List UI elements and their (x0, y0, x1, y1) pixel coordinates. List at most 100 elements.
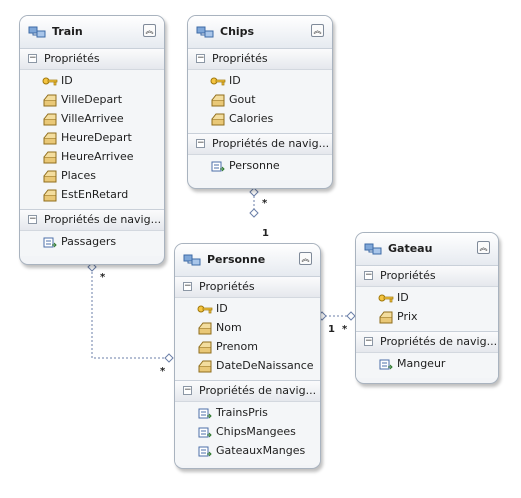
multiplicity-personne-gateau-end: 1 (328, 324, 335, 335)
collapse-toggle-icon[interactable]: − (196, 139, 205, 148)
collapse-chevron-icon[interactable]: ︽ (311, 24, 324, 37)
navigation-row[interactable]: Passagers (20, 233, 164, 252)
entity-title: Personne (207, 253, 266, 266)
collapse-chevron-icon[interactable]: ︽ (299, 252, 312, 265)
entity-chips[interactable]: Chips ︽ − Propriétés ID Gout Calories − … (187, 15, 333, 189)
collapse-chevron-icon[interactable]: ︽ (477, 241, 490, 254)
navigation-label: Passagers (61, 235, 117, 248)
property-icon (198, 360, 212, 373)
navigation-property-icon (198, 427, 212, 438)
navigation-row[interactable]: GateauxManges (175, 442, 320, 461)
entity-train[interactable]: Train ︽ − Propriétés ID VilleDepart Vill… (19, 15, 165, 265)
property-row[interactable]: HeureArrivee (20, 148, 164, 167)
collapse-toggle-icon[interactable]: − (364, 337, 373, 346)
property-row[interactable]: Nom (175, 319, 320, 338)
properties-list: ID Nom Prenom DateDeNaissance (175, 298, 320, 380)
navigation-property-icon (198, 408, 212, 419)
entity-title: Chips (220, 25, 255, 38)
properties-list: ID Gout Calories (188, 70, 332, 133)
association-personne-top-end-marker (249, 208, 259, 218)
key-property-icon (197, 305, 213, 314)
property-row[interactable]: EstEnRetard (20, 186, 164, 205)
key-property-icon (378, 294, 394, 303)
collapse-toggle-icon[interactable]: − (183, 282, 192, 291)
property-label: Nom (216, 321, 242, 334)
navigation-section-header[interactable]: − Propriétés de navig... (188, 133, 332, 155)
entity-header[interactable]: Chips ︽ (188, 16, 332, 49)
navigation-section-header[interactable]: − Propriétés de navig... (175, 380, 320, 402)
entity-header[interactable]: Train ︽ (20, 16, 164, 49)
property-icon (43, 132, 57, 145)
entity-title: Gateau (388, 242, 433, 255)
section-label: Propriétés de navig... (380, 335, 498, 348)
entity-type-icon (364, 243, 382, 255)
property-label: Places (61, 169, 96, 182)
property-row[interactable]: Places (20, 167, 164, 186)
entity-type-icon (196, 26, 214, 38)
property-row[interactable]: VilleDepart (20, 91, 164, 110)
property-row[interactable]: ID (175, 300, 320, 319)
collapse-toggle-icon[interactable]: − (364, 271, 373, 280)
property-label: EstEnRetard (61, 188, 129, 201)
property-label: ID (61, 74, 73, 87)
property-icon (211, 113, 225, 126)
section-label: Propriétés (380, 269, 436, 282)
entity-type-icon (28, 26, 46, 38)
navigation-row[interactable]: Mangeur (356, 355, 498, 374)
property-label: ID (229, 74, 241, 87)
collapse-toggle-icon[interactable]: − (183, 386, 192, 395)
property-row[interactable]: Prenom (175, 338, 320, 357)
property-label: VilleDepart (61, 93, 123, 106)
entity-title: Train (52, 25, 83, 38)
collapse-toggle-icon[interactable]: − (28, 54, 37, 63)
property-icon (379, 311, 393, 324)
multiplicity-chips-end: * (262, 198, 268, 209)
property-row[interactable]: ID (356, 289, 498, 308)
entity-personne[interactable]: Personne ︽ − Propriétés ID Nom Prenom Da… (174, 243, 321, 469)
property-row[interactable]: ID (188, 72, 332, 91)
association-train-personne-line[interactable] (91, 268, 169, 359)
entity-header[interactable]: Gateau ︽ (356, 233, 498, 266)
properties-section-header[interactable]: − Propriétés (356, 266, 498, 287)
multiplicity-train-end: * (100, 272, 106, 283)
property-row[interactable]: Calories (188, 110, 332, 129)
properties-list: ID Prix (356, 287, 498, 331)
navigation-row[interactable]: ChipsMangees (175, 423, 320, 442)
section-label: Propriétés (199, 280, 255, 293)
property-icon (43, 113, 57, 126)
navigation-section-header[interactable]: − Propriétés de navig... (20, 209, 164, 231)
property-row[interactable]: VilleArrivee (20, 110, 164, 129)
property-label: ID (216, 302, 228, 315)
properties-section-header[interactable]: − Propriétés (188, 49, 332, 70)
multiplicity-gateau-end: * (342, 324, 348, 335)
properties-section-header[interactable]: − Propriétés (20, 49, 164, 70)
multiplicity-personne-train-end: * (160, 366, 166, 377)
property-row[interactable]: Gout (188, 91, 332, 110)
association-chips-end-marker (249, 187, 259, 197)
entity-type-icon (183, 254, 201, 266)
entity-gateau[interactable]: Gateau ︽ − Propriétés ID Prix − Propriét… (355, 232, 499, 384)
navigation-section-header[interactable]: − Propriétés de navig... (356, 331, 498, 353)
property-label: ID (397, 291, 409, 304)
property-row[interactable]: DateDeNaissance (175, 357, 320, 376)
navigation-label: Mangeur (397, 357, 446, 370)
collapse-toggle-icon[interactable]: − (28, 215, 37, 224)
navigation-row[interactable]: TrainsPris (175, 404, 320, 423)
entity-header[interactable]: Personne ︽ (175, 244, 320, 277)
properties-section-header[interactable]: − Propriétés (175, 277, 320, 298)
property-icon (198, 341, 212, 354)
property-row[interactable]: HeureDepart (20, 129, 164, 148)
property-icon (43, 151, 57, 164)
property-label: DateDeNaissance (216, 359, 314, 372)
navigation-label: TrainsPris (216, 406, 268, 419)
navigation-row[interactable]: Personne (188, 157, 332, 176)
collapse-toggle-icon[interactable]: − (196, 54, 205, 63)
property-row[interactable]: Prix (356, 308, 498, 327)
property-icon (198, 322, 212, 335)
property-label: VilleArrivee (61, 112, 124, 125)
property-label: Prix (397, 310, 418, 323)
collapse-chevron-icon[interactable]: ︽ (143, 24, 156, 37)
section-label: Propriétés (44, 52, 100, 65)
property-row[interactable]: ID (20, 72, 164, 91)
navigation-property-icon (198, 446, 212, 457)
